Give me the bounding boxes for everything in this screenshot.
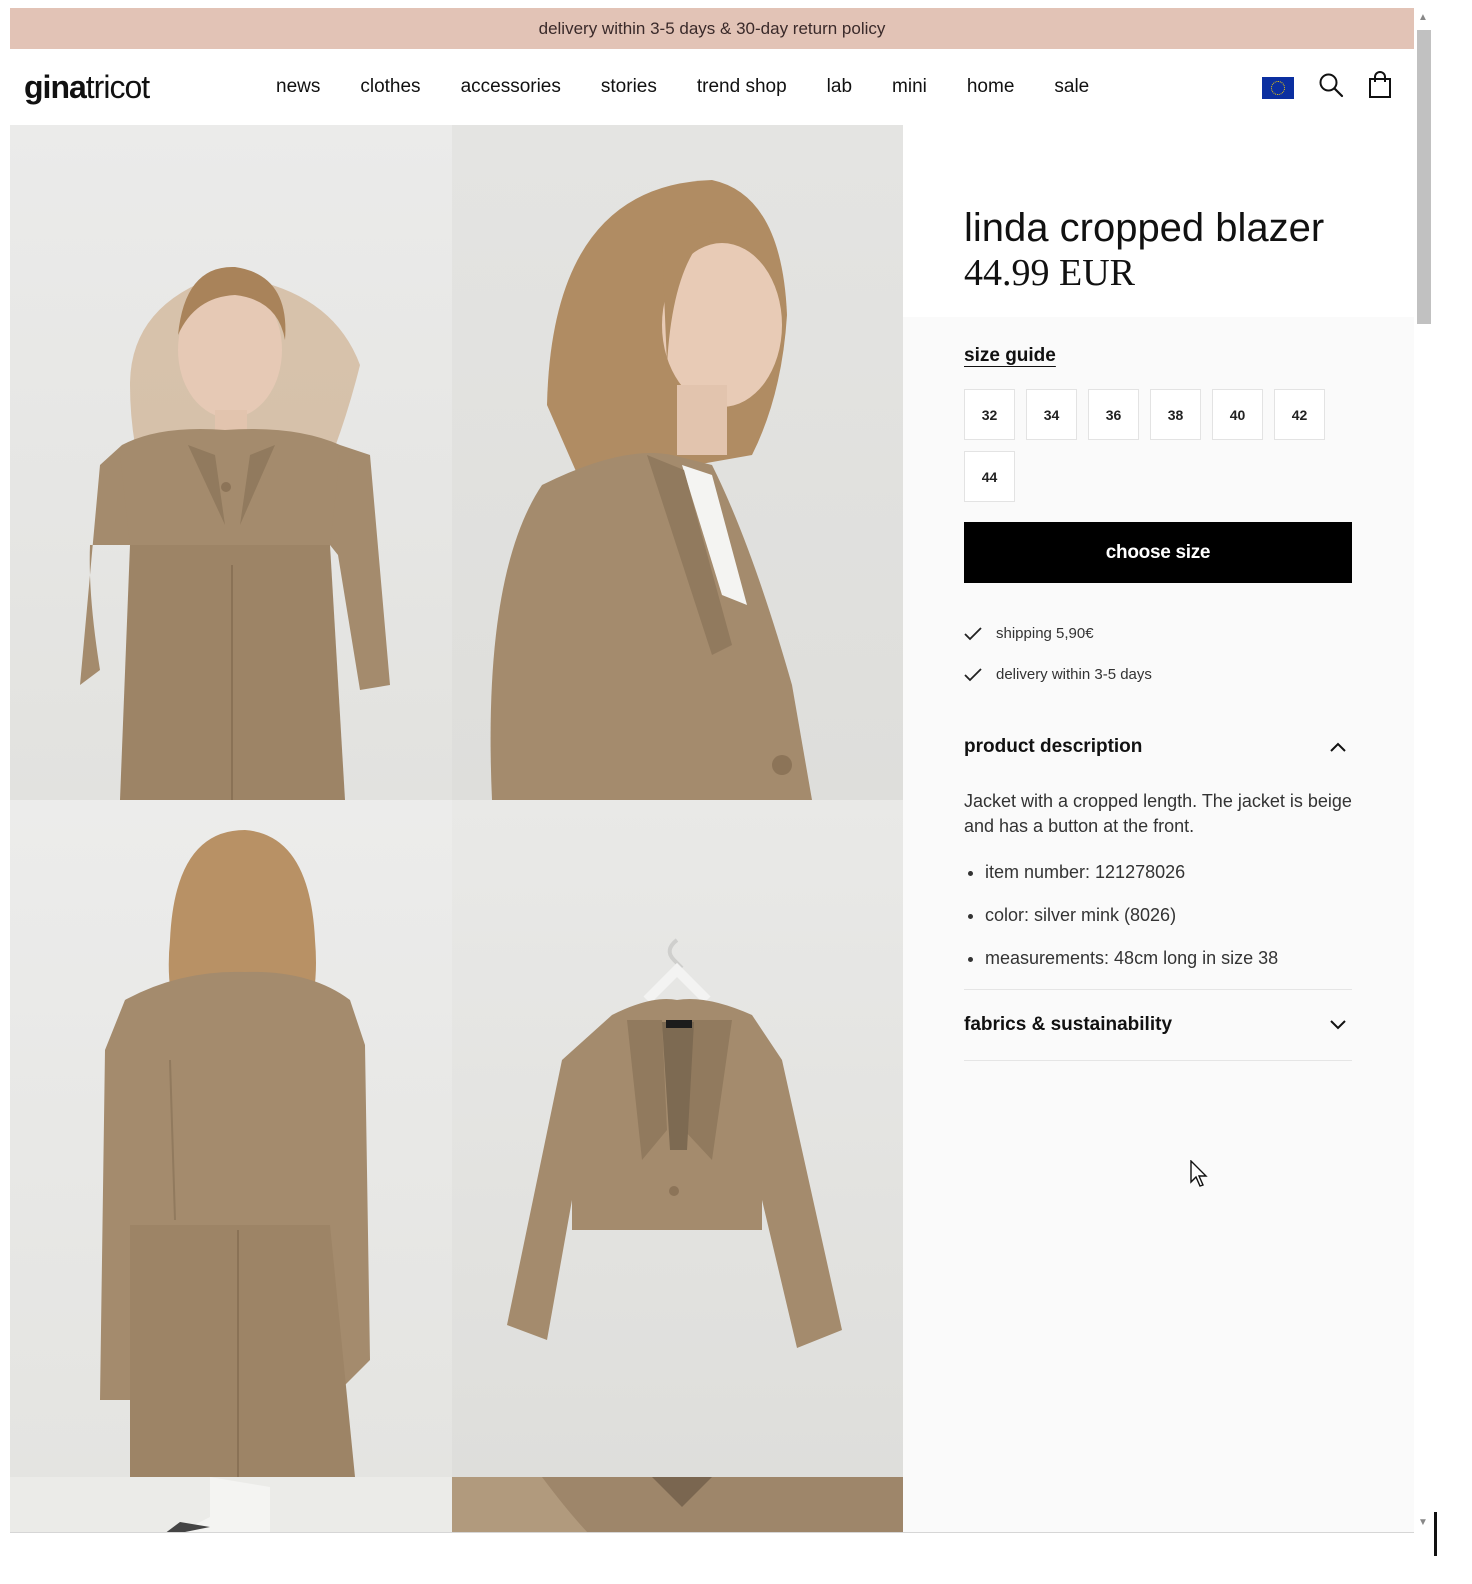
choose-size-button[interactable]: choose size [964, 522, 1352, 583]
promo-text: delivery within 3-5 days & 30-day return… [538, 18, 886, 38]
bottom-bar [10, 1532, 1414, 1552]
size-option-44[interactable]: 44 [964, 451, 1015, 502]
chevron-up-icon [1330, 736, 1346, 758]
detail-item-number: item number: 121278026 [985, 860, 1352, 885]
text-caret [1434, 1512, 1437, 1556]
usp-shipping-text: shipping 5,90€ [996, 625, 1094, 642]
main-nav: news clothes accessories stories trend s… [276, 76, 1089, 98]
product-description-content: Jacket with a cropped length. The jacket… [964, 769, 1352, 971]
product-header: linda cropped blazer 44.99 EUR [903, 125, 1414, 317]
header-icons [1262, 71, 1392, 104]
product-options: size guide 32 34 36 38 40 42 44 choose s… [903, 317, 1414, 1061]
site-header: ginatricot news clothes accessories stor… [10, 49, 1414, 125]
size-option-36[interactable]: 36 [1088, 389, 1139, 440]
product-image-5[interactable] [10, 1477, 452, 1532]
shopping-bag-icon[interactable] [1368, 71, 1392, 104]
product-description-toggle[interactable]: product description [964, 725, 1352, 769]
fabrics-toggle[interactable]: fabrics & sustainability [964, 990, 1352, 1060]
product-description-heading: product description [964, 736, 1143, 757]
scroll-thumb[interactable] [1417, 30, 1431, 324]
size-selector: 32 34 36 38 40 42 44 [964, 389, 1344, 502]
fabrics-heading: fabrics & sustainability [964, 1014, 1173, 1035]
usp-list: shipping 5,90€ delivery within 3-5 days [964, 613, 1362, 695]
nav-item-news[interactable]: news [276, 76, 320, 98]
nav-item-trend-shop[interactable]: trend shop [697, 76, 787, 98]
product-description-text: Jacket with a cropped length. The jacket… [964, 791, 1352, 836]
nav-item-lab[interactable]: lab [827, 76, 852, 98]
size-option-38[interactable]: 38 [1150, 389, 1201, 440]
size-option-34[interactable]: 34 [1026, 389, 1077, 440]
nav-item-accessories[interactable]: accessories [461, 76, 561, 98]
nav-item-clothes[interactable]: clothes [360, 76, 420, 98]
detail-color: color: silver mink (8026) [985, 903, 1352, 928]
product-title: linda cropped blazer [964, 206, 1325, 250]
accordion-divider [964, 1060, 1352, 1061]
scroll-up-arrow-icon[interactable]: ▲ [1418, 12, 1428, 23]
scroll-down-arrow-icon[interactable]: ▼ [1418, 1517, 1428, 1528]
logo[interactable]: ginatricot [24, 69, 276, 106]
size-option-42[interactable]: 42 [1274, 389, 1325, 440]
product-price: 44.99 EUR [964, 252, 1135, 294]
nav-item-sale[interactable]: sale [1054, 76, 1089, 98]
logo-light: tricot [85, 68, 150, 105]
product-details-list: item number: 121278026 color: silver min… [964, 860, 1352, 971]
product-image-6[interactable] [452, 1477, 903, 1532]
product-panel: linda cropped blazer 44.99 EUR size guid… [903, 125, 1414, 1532]
promo-banner: delivery within 3-5 days & 30-day return… [10, 8, 1414, 49]
size-option-32[interactable]: 32 [964, 389, 1015, 440]
size-option-40[interactable]: 40 [1212, 389, 1263, 440]
usp-shipping: shipping 5,90€ [964, 613, 1362, 654]
nav-item-mini[interactable]: mini [892, 76, 927, 98]
check-icon [964, 626, 996, 641]
product-image-hanger[interactable] [452, 800, 903, 1477]
product-image-back[interactable] [10, 800, 452, 1477]
vertical-scrollbar[interactable]: ▲ ▼ [1414, 8, 1432, 1532]
nav-item-stories[interactable]: stories [601, 76, 657, 98]
product-image-front[interactable] [10, 125, 452, 800]
product-image-profile[interactable] [452, 125, 903, 800]
browser-viewport: delivery within 3-5 days & 30-day return… [10, 8, 1414, 1532]
usp-delivery-text: delivery within 3-5 days [996, 666, 1152, 683]
check-icon [964, 667, 996, 682]
eu-flag-icon[interactable] [1262, 76, 1294, 99]
nav-item-home[interactable]: home [967, 76, 1015, 98]
fabrics-accordion: fabrics & sustainability [964, 990, 1352, 1061]
mouse-cursor-icon [1190, 1159, 1208, 1193]
usp-delivery: delivery within 3-5 days [964, 654, 1362, 695]
size-guide-link[interactable]: size guide [964, 345, 1056, 367]
chevron-down-icon [1330, 1014, 1346, 1036]
detail-measurements: measurements: 48cm long in size 38 [985, 946, 1352, 971]
search-icon[interactable] [1318, 72, 1344, 103]
logo-bold: gina [24, 68, 87, 105]
product-description-accordion: product description Jacket with a croppe… [964, 725, 1352, 990]
